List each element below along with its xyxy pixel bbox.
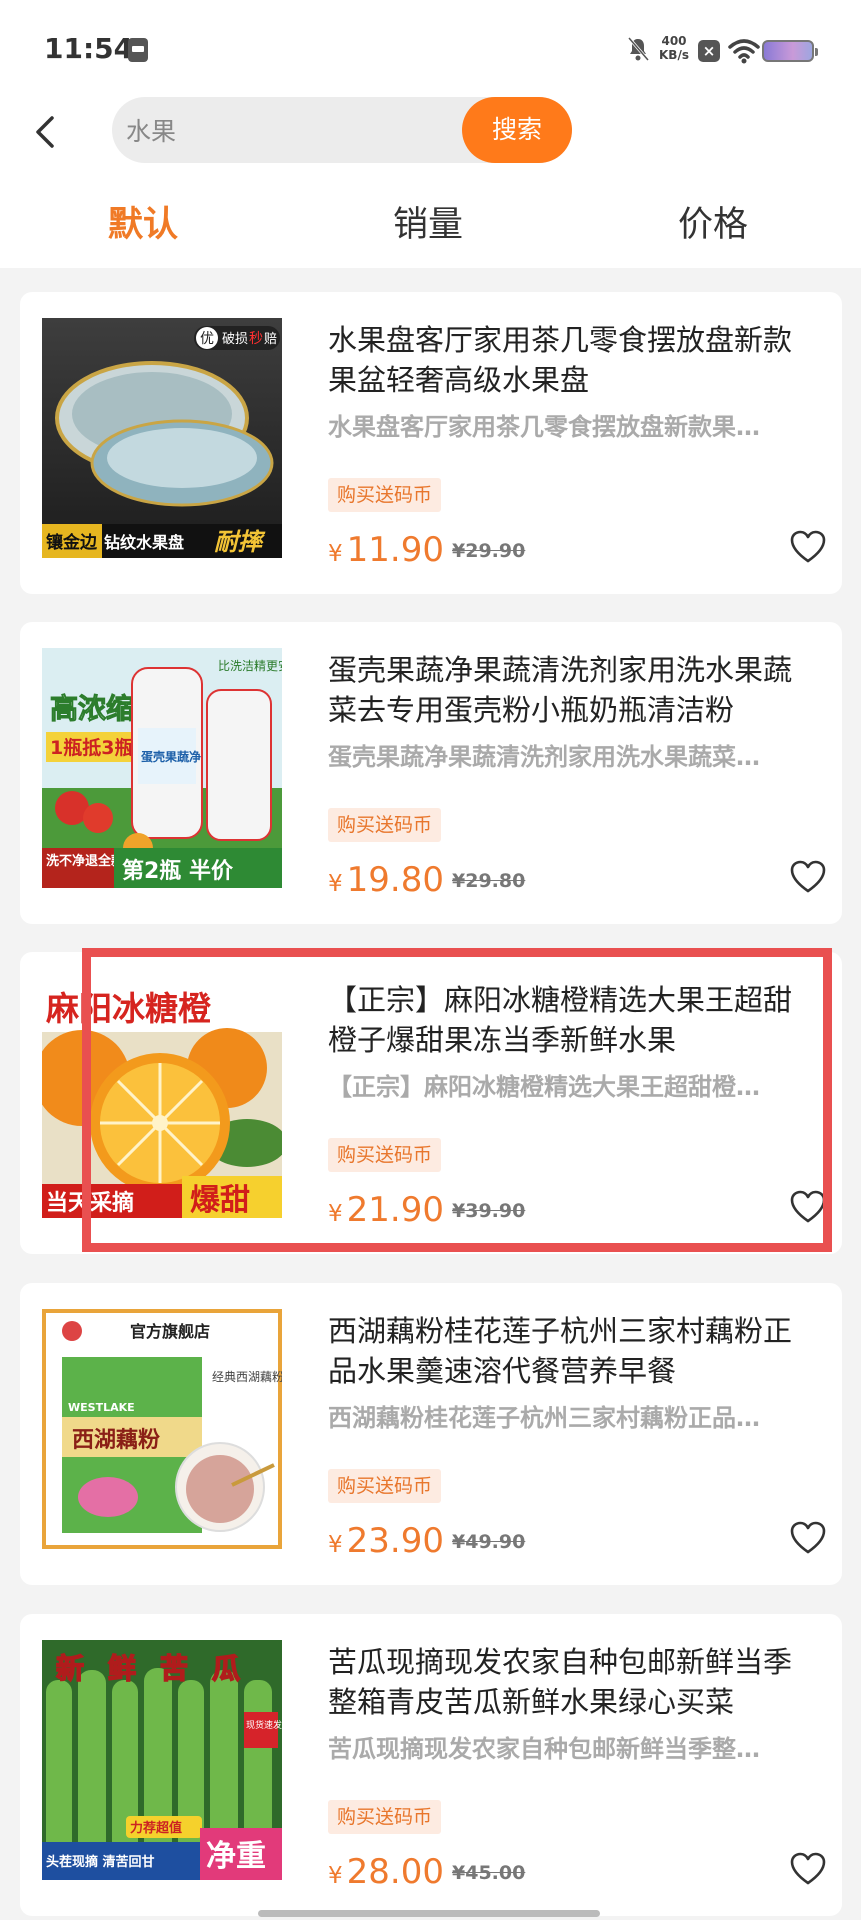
thumb2-bottle-label: 蛋壳果蔬净 [141,749,201,764]
search-input[interactable] [126,97,466,163]
product-title[interactable]: 蛋壳果蔬净果蔬清洗剂家用洗水果蔬菜去专用蛋壳粉小瓶奶瓶清洁粉 [328,650,818,730]
heart-icon[interactable] [790,530,826,564]
thumb5-char-4: 瓜 [212,1652,240,1685]
sim-card-icon [128,38,148,62]
speed-value: 400 [661,34,687,48]
thumb5-char-1: 新 [56,1652,84,1685]
product-subtitle: 蛋壳果蔬净果蔬清洗剂家用洗水果蔬菜… [328,743,760,771]
close-box-icon: × [698,40,720,62]
thumb2-headline: 高浓缩 [50,692,134,725]
product-subtitle: 水果盘客厅家用茶几零食摆放盘新款果… [328,413,760,441]
chevron-left-icon [36,116,54,148]
network-speed: 400 KB/s [657,34,691,62]
fruit-bowl-image: 优 破损 秒 赔 镶金边 钻纹水果盘 耐摔 [42,318,282,558]
thumb2-left-text: 洗不净退全款 [46,853,125,869]
promo-badge: 购买送码币 [328,1800,442,1834]
product-title[interactable]: 苦瓜现摘现发农家自种包邮新鲜当季整箱青皮苦瓜新鲜水果绿心买菜 [328,1642,818,1722]
original-price: ¥29.80 [452,870,526,892]
product-image[interactable]: 新 鲜 苦 瓜 现货速发 力荐超值 头茬现摘 清苦回甘 净重 [42,1640,282,1880]
wifi-icon [728,39,760,64]
back-button[interactable] [26,100,86,164]
status-time: 11:54 [44,32,134,65]
thumb4-brand-en: WESTLAKE [68,1401,135,1414]
price-value: 19.80 [346,860,444,900]
speed-unit: KB/s [659,48,689,62]
thumb4-store: 官方旗舰店 [130,1322,210,1341]
promo-badge: 购买送码币 [328,478,442,512]
currency-symbol: ¥ [328,871,343,897]
thumb2-sub: 1瓶抵3瓶 [50,737,133,759]
original-price: ¥49.90 [452,1531,526,1553]
thumb1-tag: 优 [200,331,214,347]
thumb5-promo: 力荐超值 [130,1820,182,1836]
product-card[interactable]: 新 鲜 苦 瓜 现货速发 力荐超值 头茬现摘 清苦回甘 净重 苦瓜现摘现发农家自… [20,1614,842,1916]
currency-symbol: ¥ [328,1532,343,1558]
lotus-powder-image: 官方旗舰店 WESTLAKE 西湖藕粉 经典西湖藕粉 [42,1309,282,1549]
price-value: 28.00 [346,1852,444,1892]
price: ¥11.90 [328,524,444,580]
product-subtitle: 苦瓜现摘现发农家自种包邮新鲜当季整… [328,1735,760,1763]
price-value: 11.90 [346,530,444,570]
promo-badge: 购买送码币 [328,1469,442,1503]
product-image[interactable]: 优 破损 秒 赔 镶金边 钻纹水果盘 耐摔 [42,318,282,558]
thumb5-bottom-text: 头茬现摘 清苦回甘 [46,1854,155,1870]
product-card[interactable]: 高浓缩 1瓶抵3瓶 蛋壳果蔬净 比洗洁精更安心 洗不净退全款 第2瓶 半价 蛋壳… [20,622,842,924]
price: ¥19.80 [328,854,444,910]
highlight-box [82,948,832,1252]
product-card[interactable]: 官方旗舰店 WESTLAKE 西湖藕粉 经典西湖藕粉 西湖藕粉桂花莲子杭州三家村… [20,1283,842,1585]
thumb1-right-text: 耐摔 [214,528,266,556]
tab-price[interactable]: 价格 [613,190,813,260]
sort-tabs: 默认 销量 价格 [0,190,861,260]
thumb1-tag4: 赔 [264,332,277,347]
thumb5-char-2: 鲜 [108,1652,136,1685]
product-subtitle: 西湖藕粉桂花莲子杭州三家村藕粉正品… [328,1404,760,1432]
price: ¥23.90 [328,1515,444,1571]
battery-icon [762,40,818,62]
product-card[interactable]: 优 破损 秒 赔 镶金边 钻纹水果盘 耐摔 水果盘客厅家用茶几零食摆放盘新款果盆… [20,292,842,594]
promo-badge: 购买送码币 [328,808,442,842]
bitter-melon-image: 新 鲜 苦 瓜 现货速发 力荐超值 头茬现摘 清苦回甘 净重 [42,1640,282,1880]
thumb2-right-text: 第2瓶 半价 [122,858,234,884]
thumb2-bubble: 比洗洁精更安心 [218,658,282,673]
heart-icon[interactable] [790,860,826,894]
heart-icon[interactable] [790,1852,826,1886]
product-title[interactable]: 西湖藕粉桂花莲子杭州三家村藕粉正品水果羹速溶代餐营养早餐 [328,1311,818,1391]
product-title[interactable]: 水果盘客厅家用茶几零食摆放盘新款果盆轻奢高级水果盘 [328,320,818,400]
bell-off-icon [627,37,650,61]
search-bar: 搜索 [112,97,572,163]
currency-symbol: ¥ [328,541,343,567]
thumb4-pack-name: 西湖藕粉 [72,1427,160,1453]
tab-default[interactable]: 默认 [43,190,243,260]
thumb5-right-text: 净重 [206,1839,266,1874]
price-value: 23.90 [346,1521,444,1561]
product-image[interactable]: 官方旗舰店 WESTLAKE 西湖藕粉 经典西湖藕粉 [42,1309,282,1549]
header: 11:54 400 KB/s × 搜索 默认 销量 价格 [0,0,861,268]
tab-sales[interactable]: 销量 [328,190,528,260]
thumb1-left-text: 镶金边 [46,532,98,553]
home-indicator[interactable] [258,1910,600,1917]
cleaner-image: 高浓缩 1瓶抵3瓶 蛋壳果蔬净 比洗洁精更安心 洗不净退全款 第2瓶 半价 [42,648,282,888]
original-price: ¥45.00 [452,1862,526,1884]
product-image[interactable]: 高浓缩 1瓶抵3瓶 蛋壳果蔬净 比洗洁精更安心 洗不净退全款 第2瓶 半价 [42,648,282,888]
status-bar: 11:54 400 KB/s × [0,0,861,100]
thumb5-char-3: 苦 [160,1652,188,1685]
thumb1-tag2: 破损 [222,332,248,347]
thumb5-tag: 现货速发 [246,1719,282,1731]
thumb4-side-text: 经典西湖藕粉 [212,1369,282,1384]
heart-icon[interactable] [790,1521,826,1555]
search-button[interactable]: 搜索 [462,97,572,163]
price: ¥28.00 [328,1846,444,1902]
currency-symbol: ¥ [328,1863,343,1889]
thumb1-mid-text: 钻纹水果盘 [104,533,184,552]
thumb1-tag3: 秒 [249,331,263,347]
original-price: ¥29.90 [452,540,526,562]
